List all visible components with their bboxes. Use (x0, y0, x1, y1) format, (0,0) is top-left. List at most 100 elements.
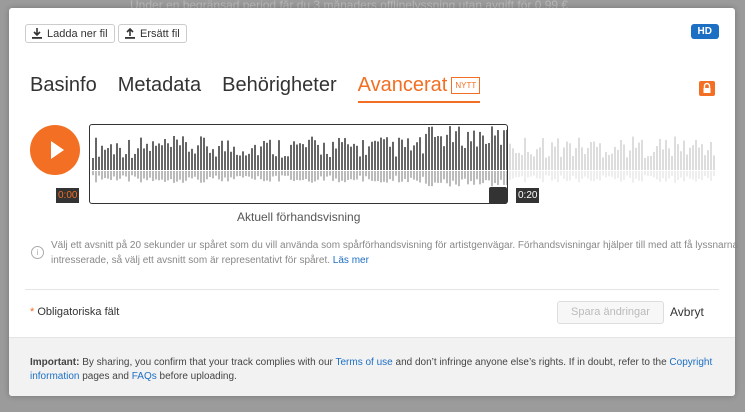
waveform-bar (527, 151, 529, 170)
replace-file-button[interactable]: Ersätt fil (118, 24, 187, 43)
waveform-reflection-bar (698, 171, 700, 179)
waveform-bar (686, 154, 688, 170)
waveform-reflection-bar (524, 171, 526, 183)
waveform-bar (560, 156, 562, 170)
waveform-reflection-bar (638, 171, 640, 181)
waveform-bar (542, 138, 544, 170)
waveform-reflection-bar (629, 171, 631, 178)
waveform-reflection-bar (647, 171, 649, 176)
waveform-reflection-bar (572, 171, 574, 176)
waveform-reflection-bar (563, 171, 565, 179)
save-changes-button[interactable]: Spara ändringar (557, 301, 664, 324)
waveform-bar (515, 153, 517, 170)
waveform-bar (665, 139, 667, 170)
waveform-bar (608, 154, 610, 170)
faqs-link[interactable]: FAQs (132, 371, 157, 382)
waveform-reflection-bar (662, 171, 664, 179)
waveform-reflection-bar (527, 171, 529, 178)
waveform-reflection-bar (614, 171, 616, 180)
waveform-reflection-bar (596, 171, 598, 180)
waveform-bar (620, 139, 622, 170)
waveform-bar (611, 153, 613, 170)
footer-text-3: pages and (82, 371, 129, 382)
waveform-bar (548, 156, 550, 170)
waveform-reflection-bar (530, 171, 532, 177)
waveform-bar (653, 151, 655, 170)
waveform-reflection-bar (668, 171, 670, 179)
waveform-reflection-bar (692, 171, 694, 180)
waveform-bar (578, 137, 580, 170)
waveform-reflection-bar (584, 171, 586, 177)
download-file-button[interactable]: Ladda ner fil (25, 24, 115, 43)
waveform-bar (656, 146, 658, 170)
waveform-reflection-bar (695, 171, 697, 182)
waveform-bar (701, 144, 703, 170)
tab-permissions-label: Behörigheter (222, 74, 337, 96)
waveform-reflection-bar (680, 171, 682, 178)
waveform-bar (668, 148, 670, 170)
download-file-label: Ladda ner fil (47, 27, 108, 40)
required-fields-note: * Obligatoriska fält (30, 306, 119, 318)
waveform-bar (713, 155, 715, 170)
read-more-link[interactable]: Läs mer (333, 255, 369, 266)
waveform-reflection-bar (551, 171, 553, 181)
waveform-bar (695, 139, 697, 170)
info-icon: i (31, 246, 44, 259)
required-fields-label: Obligatoriska fält (37, 306, 120, 318)
tab-metadata[interactable]: Metadata (118, 74, 201, 103)
waveform-reflection-bar (659, 171, 661, 182)
tab-basinfo[interactable]: Basinfo (30, 74, 97, 103)
waveform-bar (551, 142, 553, 170)
tab-advanced-label: Avancerat (357, 74, 448, 96)
waveform-reflection-bar (518, 171, 520, 177)
current-preview-label: Aktuell förhandsvisning (237, 210, 361, 224)
waveform-reflection-bar (653, 171, 655, 178)
download-icon (32, 28, 42, 39)
waveform-reflection-bar (704, 171, 706, 177)
edit-track-modal: Ladda ner fil Ersätt fil HD Basinfo Meta… (9, 8, 739, 396)
waveform-reflection-bar (593, 171, 595, 181)
waveform-bar (554, 146, 556, 170)
waveform-bar (671, 155, 673, 170)
waveform-reflection-bar (713, 171, 715, 177)
waveform-bar (566, 141, 568, 170)
tab-bar: Basinfo Metadata Behörigheter Avancerat N… (30, 74, 501, 103)
tab-permissions[interactable]: Behörigheter (222, 74, 337, 103)
waveform-bar (575, 148, 577, 170)
lock-icon (699, 81, 715, 96)
waveform-reflection-bar (677, 171, 679, 181)
play-button[interactable] (30, 125, 80, 175)
cancel-button[interactable]: Avbryt (670, 305, 704, 319)
waveform-bar (587, 148, 589, 170)
waveform-bar (512, 148, 514, 170)
waveform-reflection-bar (644, 171, 646, 176)
waveform-reflection-bar (632, 171, 634, 183)
waveform-reflection-bar (509, 171, 511, 181)
waveform-bar (698, 147, 700, 170)
tab-metadata-label: Metadata (117, 74, 202, 96)
waveform-reflection-bar (578, 171, 580, 183)
waveform-bar (662, 149, 664, 170)
waveform-reflection-bar (641, 171, 643, 182)
waveform-reflection-bar (683, 171, 685, 182)
waveform-bar (710, 141, 712, 170)
terms-of-use-link[interactable]: Terms of use (336, 357, 393, 368)
waveform-reflection-bar (686, 171, 688, 177)
waveform-bar (536, 149, 538, 170)
waveform-bar (659, 139, 661, 170)
waveform-bar (650, 155, 652, 170)
waveform-reflection-bar (689, 171, 691, 179)
waveform-reflection-bar (521, 171, 523, 177)
waveform-reflection-bar (590, 171, 592, 181)
waveform-reflection-bar (515, 171, 517, 177)
waveform-reflection-bar (707, 171, 709, 178)
tab-advanced[interactable]: Avancerat NYTT (357, 74, 481, 103)
waveform-reflection-bar (605, 171, 607, 178)
start-time: 0:00 (56, 188, 80, 203)
waveform-bar (626, 157, 628, 170)
info-text: Välj ett avsnitt på 20 sekunder ur spåre… (51, 240, 739, 266)
preview-selection-box[interactable] (89, 124, 508, 204)
selection-drag-handle[interactable] (489, 187, 507, 204)
waveform-reflection-bar (674, 171, 676, 183)
waveform-reflection-bar (548, 171, 550, 176)
